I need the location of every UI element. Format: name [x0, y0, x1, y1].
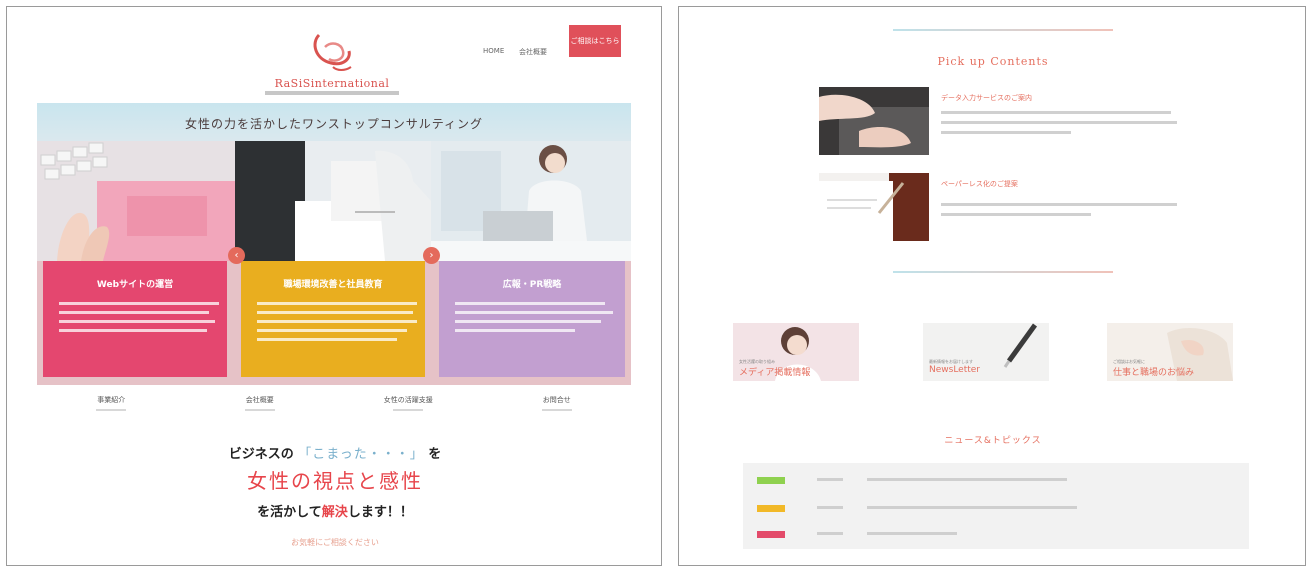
service-card-title: 広報・PR戦略	[502, 280, 562, 290]
woman-laptop-photo	[431, 141, 631, 261]
homepage-screenshot-right: Pick up Contents データ入力サービスのご案内 ペーパーレス化のご…	[678, 6, 1306, 566]
consult-banner[interactable]: ご相談はお気軽に 仕事と職場のお悩み	[1107, 323, 1233, 381]
banner-label: 仕事と職場のお悩み	[1113, 368, 1195, 378]
service-card-web[interactable]: Webサイトの運営	[43, 261, 227, 377]
topic-category-badge	[757, 505, 785, 512]
contact-link[interactable]: お気軽にご相談ください	[7, 537, 661, 548]
tab-women-support[interactable]: 女性の活躍支援	[358, 395, 458, 411]
service-card-title: Webサイトの運営	[96, 280, 174, 290]
topic-row[interactable]	[757, 475, 1237, 487]
hero-title: 女性の力を活かしたワンストップコンサルティング	[184, 117, 484, 131]
tab-business[interactable]: 事業紹介	[61, 395, 161, 411]
logo-icon[interactable]	[307, 29, 357, 75]
topics-list	[743, 463, 1249, 549]
typing-photo	[819, 87, 929, 155]
topics-title: ニュース&トピックス	[944, 436, 1042, 446]
topic-category-badge	[757, 531, 785, 538]
service-card-pr[interactable]: 広報・PR戦略	[439, 261, 625, 377]
nav-home-link[interactable]: HOME	[483, 47, 504, 55]
banner-label: NewsLetter	[929, 365, 981, 375]
topic-row[interactable]	[757, 503, 1237, 515]
keyboard-photo	[37, 141, 237, 261]
headline-line-2: 女性の視点と感性	[247, 469, 423, 493]
meeting-photo	[235, 141, 431, 261]
service-card-title: 職場環境改善と社員教育	[283, 280, 383, 290]
headline-line-3: を活かして解決します！！	[257, 505, 413, 520]
service-card-workplace[interactable]: 職場環境改善と社員教育	[241, 261, 425, 377]
tab-contact[interactable]: お問合せ	[507, 395, 607, 411]
newsletter-banner[interactable]: 最新情報をお届けします NewsLetter	[923, 323, 1049, 381]
topic-category-badge	[757, 477, 785, 484]
media-banner[interactable]: 女性活躍の取り組み メディア掲載情報	[733, 323, 859, 381]
hero-slider: 女性の力を活かしたワンストップコンサルティング Webサイトの運営 職場環境改善…	[37, 103, 631, 385]
news-item[interactable]: データ入力サービスのご案内	[819, 87, 1179, 159]
section-divider	[893, 271, 1113, 273]
news-item[interactable]: ペーパーレス化のご提案	[819, 173, 1179, 245]
headline-line-1: ビジネスの 「こまった・・・」 を	[228, 447, 442, 462]
logo-text[interactable]: RaSiSinternational	[257, 77, 407, 90]
logo-tagline	[265, 91, 399, 95]
homepage-screenshot-left: RaSiSinternational HOME 会社概要 ご相談はこちら 女性の…	[6, 6, 662, 566]
news-heading: データ入力サービスのご案内	[941, 94, 1032, 102]
topic-row[interactable]	[757, 529, 1237, 541]
headline-highlight: 「こまった・・・」	[298, 447, 424, 462]
news-heading: ペーパーレス化のご提案	[941, 180, 1018, 188]
section-divider	[893, 29, 1113, 31]
pen-document-photo	[819, 173, 929, 241]
slider-prev-arrow-icon[interactable]: ‹	[228, 247, 245, 264]
slider-next-arrow-icon[interactable]: ›	[423, 247, 440, 264]
tab-company[interactable]: 会社概要	[210, 395, 310, 411]
category-tabs: 事業紹介 会社概要 女性の活躍支援 お問合せ	[37, 395, 631, 411]
banner-label: メディア掲載情報	[739, 368, 811, 378]
contact-button[interactable]: ご相談はこちら	[569, 25, 621, 57]
section-title: Pick up Contents	[937, 55, 1049, 68]
nav-company-link[interactable]: 会社概要	[519, 47, 547, 57]
